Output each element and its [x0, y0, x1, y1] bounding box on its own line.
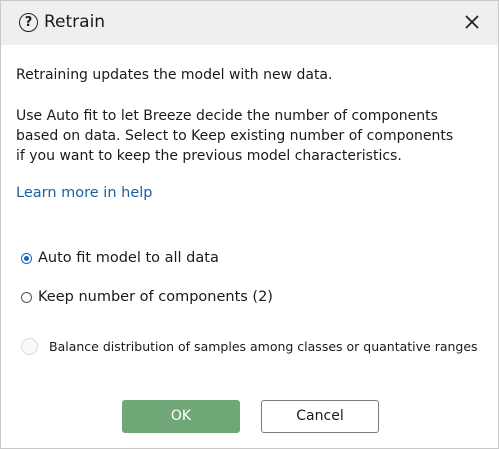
- balance-checkbox: [21, 338, 38, 355]
- description-text: Use Auto fit to let Breeze decide the nu…: [16, 108, 454, 164]
- balance-option: Balance distribution of samples among cl…: [21, 338, 478, 355]
- dialog-title: Retrain: [44, 12, 106, 32]
- auto-fit-radio[interactable]: [21, 252, 32, 264]
- dialog-titlebar: ? Retrain: [1, 1, 498, 45]
- keep-components-radio[interactable]: [21, 291, 32, 303]
- close-icon[interactable]: [461, 11, 483, 33]
- auto-fit-option[interactable]: Auto fit model to all data: [21, 250, 219, 266]
- cancel-button[interactable]: Cancel: [261, 400, 379, 433]
- help-circle-icon: ?: [19, 13, 38, 32]
- auto-fit-label: Auto fit model to all data: [38, 250, 219, 266]
- ok-button[interactable]: OK: [122, 400, 240, 433]
- keep-components-option[interactable]: Keep number of components (2): [21, 289, 273, 305]
- help-link[interactable]: Learn more in help: [16, 185, 152, 201]
- intro-text: Retraining updates the model with new da…: [16, 67, 333, 83]
- keep-components-label: Keep number of components (2): [38, 289, 273, 305]
- retrain-dialog: ? Retrain Retraining updates the model w…: [0, 0, 499, 449]
- balance-label: Balance distribution of samples among cl…: [49, 339, 478, 354]
